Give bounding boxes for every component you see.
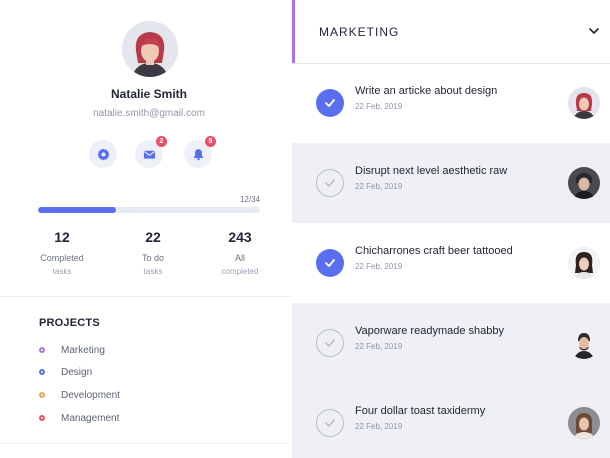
avatar[interactable] xyxy=(122,21,178,77)
chevron-down-icon[interactable] xyxy=(588,25,600,37)
bell-icon xyxy=(193,148,203,160)
divider xyxy=(0,443,290,444)
stat-all: 243 All completed xyxy=(202,230,278,276)
messages-button[interactable]: 2 xyxy=(135,136,167,168)
projects-title: PROJECTS xyxy=(39,317,100,329)
assignee-avatar[interactable] xyxy=(568,87,600,119)
project-label: Management xyxy=(61,412,120,424)
assignee-avatar[interactable] xyxy=(568,327,600,359)
stat-label: To do xyxy=(141,253,165,263)
stat-label: All xyxy=(234,253,245,263)
settings-button[interactable] xyxy=(89,140,117,168)
project-dot-icon xyxy=(39,369,45,375)
project-item-marketing[interactable]: Marketing xyxy=(39,343,105,357)
project-label: Marketing xyxy=(61,344,105,356)
project-dot-icon xyxy=(39,415,45,421)
stat-value: 22 xyxy=(145,229,161,245)
task-checkbox[interactable] xyxy=(316,89,344,117)
progress-bar xyxy=(38,207,260,213)
task-title: Chicharrones craft beer tattooed xyxy=(355,245,513,257)
task-checkbox[interactable] xyxy=(316,249,344,277)
stat-sublabel: tasks xyxy=(52,267,72,276)
notifications-badge: 5 xyxy=(205,136,216,147)
project-dot-icon xyxy=(39,347,45,353)
user-name: Natalie Smith xyxy=(110,87,188,101)
checkmark-icon xyxy=(325,179,335,187)
gear-icon xyxy=(96,147,110,161)
project-item-management[interactable]: Management xyxy=(39,411,119,425)
mail-icon xyxy=(143,150,155,159)
task-checkbox[interactable] xyxy=(316,169,344,197)
notifications-button[interactable]: 5 xyxy=(184,136,216,168)
task-checkbox[interactable] xyxy=(316,409,344,437)
checkmark-icon xyxy=(325,339,335,347)
task-title: Four dollar toast taxidermy xyxy=(355,405,486,417)
tasks-panel: MARKETING Write an articke about design … xyxy=(292,0,610,458)
stat-value: 243 xyxy=(228,229,252,245)
project-dot-icon xyxy=(39,392,45,398)
project-item-development[interactable]: Development xyxy=(39,388,120,402)
profile-panel: Natalie Smith natalie.smith@gmail.com 2 … xyxy=(0,0,290,458)
assignee-avatar[interactable] xyxy=(568,167,600,199)
assignee-avatar[interactable] xyxy=(568,247,600,279)
divider xyxy=(0,296,290,297)
stat-sublabel: tasks xyxy=(143,267,163,276)
progress-fill xyxy=(38,207,117,213)
project-label: Design xyxy=(61,366,93,378)
project-item-design[interactable]: Design xyxy=(39,365,92,379)
stat-value: 12 xyxy=(54,229,70,245)
user-email: natalie.smith@gmail.com xyxy=(93,108,205,119)
section-accent xyxy=(292,0,295,63)
progress-count: 12/34 xyxy=(239,195,260,204)
stat-label: Completed xyxy=(40,253,84,263)
task-item[interactable]: Write an articke about design 22 Feb, 20… xyxy=(292,63,610,143)
checkmark-icon xyxy=(325,419,335,427)
task-date: 22 Feb, 2019 xyxy=(355,182,403,191)
project-label: Development xyxy=(61,389,120,401)
messages-badge: 2 xyxy=(156,136,167,147)
task-date: 22 Feb, 2019 xyxy=(355,262,403,271)
task-item[interactable]: Vaporware readymade shabby 22 Feb, 2019 xyxy=(292,303,610,383)
task-checkbox[interactable] xyxy=(316,329,344,357)
section-title: MARKETING xyxy=(319,25,400,39)
task-date: 22 Feb, 2019 xyxy=(355,422,403,431)
task-item[interactable]: Chicharrones craft beer tattooed 22 Feb,… xyxy=(292,223,610,303)
task-date: 22 Feb, 2019 xyxy=(355,102,403,111)
task-title: Vaporware readymade shabby xyxy=(355,325,504,337)
stat-completed: 12 Completed tasks xyxy=(24,230,100,276)
task-title: Disrupt next level aesthetic raw xyxy=(355,165,508,177)
checkmark-icon xyxy=(325,259,335,267)
task-item[interactable]: Four dollar toast taxidermy 22 Feb, 2019 xyxy=(292,383,610,458)
task-item[interactable]: Disrupt next level aesthetic raw 22 Feb,… xyxy=(292,143,610,223)
stat-sublabel: completed xyxy=(221,267,259,276)
task-date: 22 Feb, 2019 xyxy=(355,342,403,351)
checkmark-icon xyxy=(325,99,335,107)
assignee-avatar[interactable] xyxy=(568,407,600,439)
stat-todo: 22 To do tasks xyxy=(115,230,191,276)
task-title: Write an articke about design xyxy=(355,85,498,97)
